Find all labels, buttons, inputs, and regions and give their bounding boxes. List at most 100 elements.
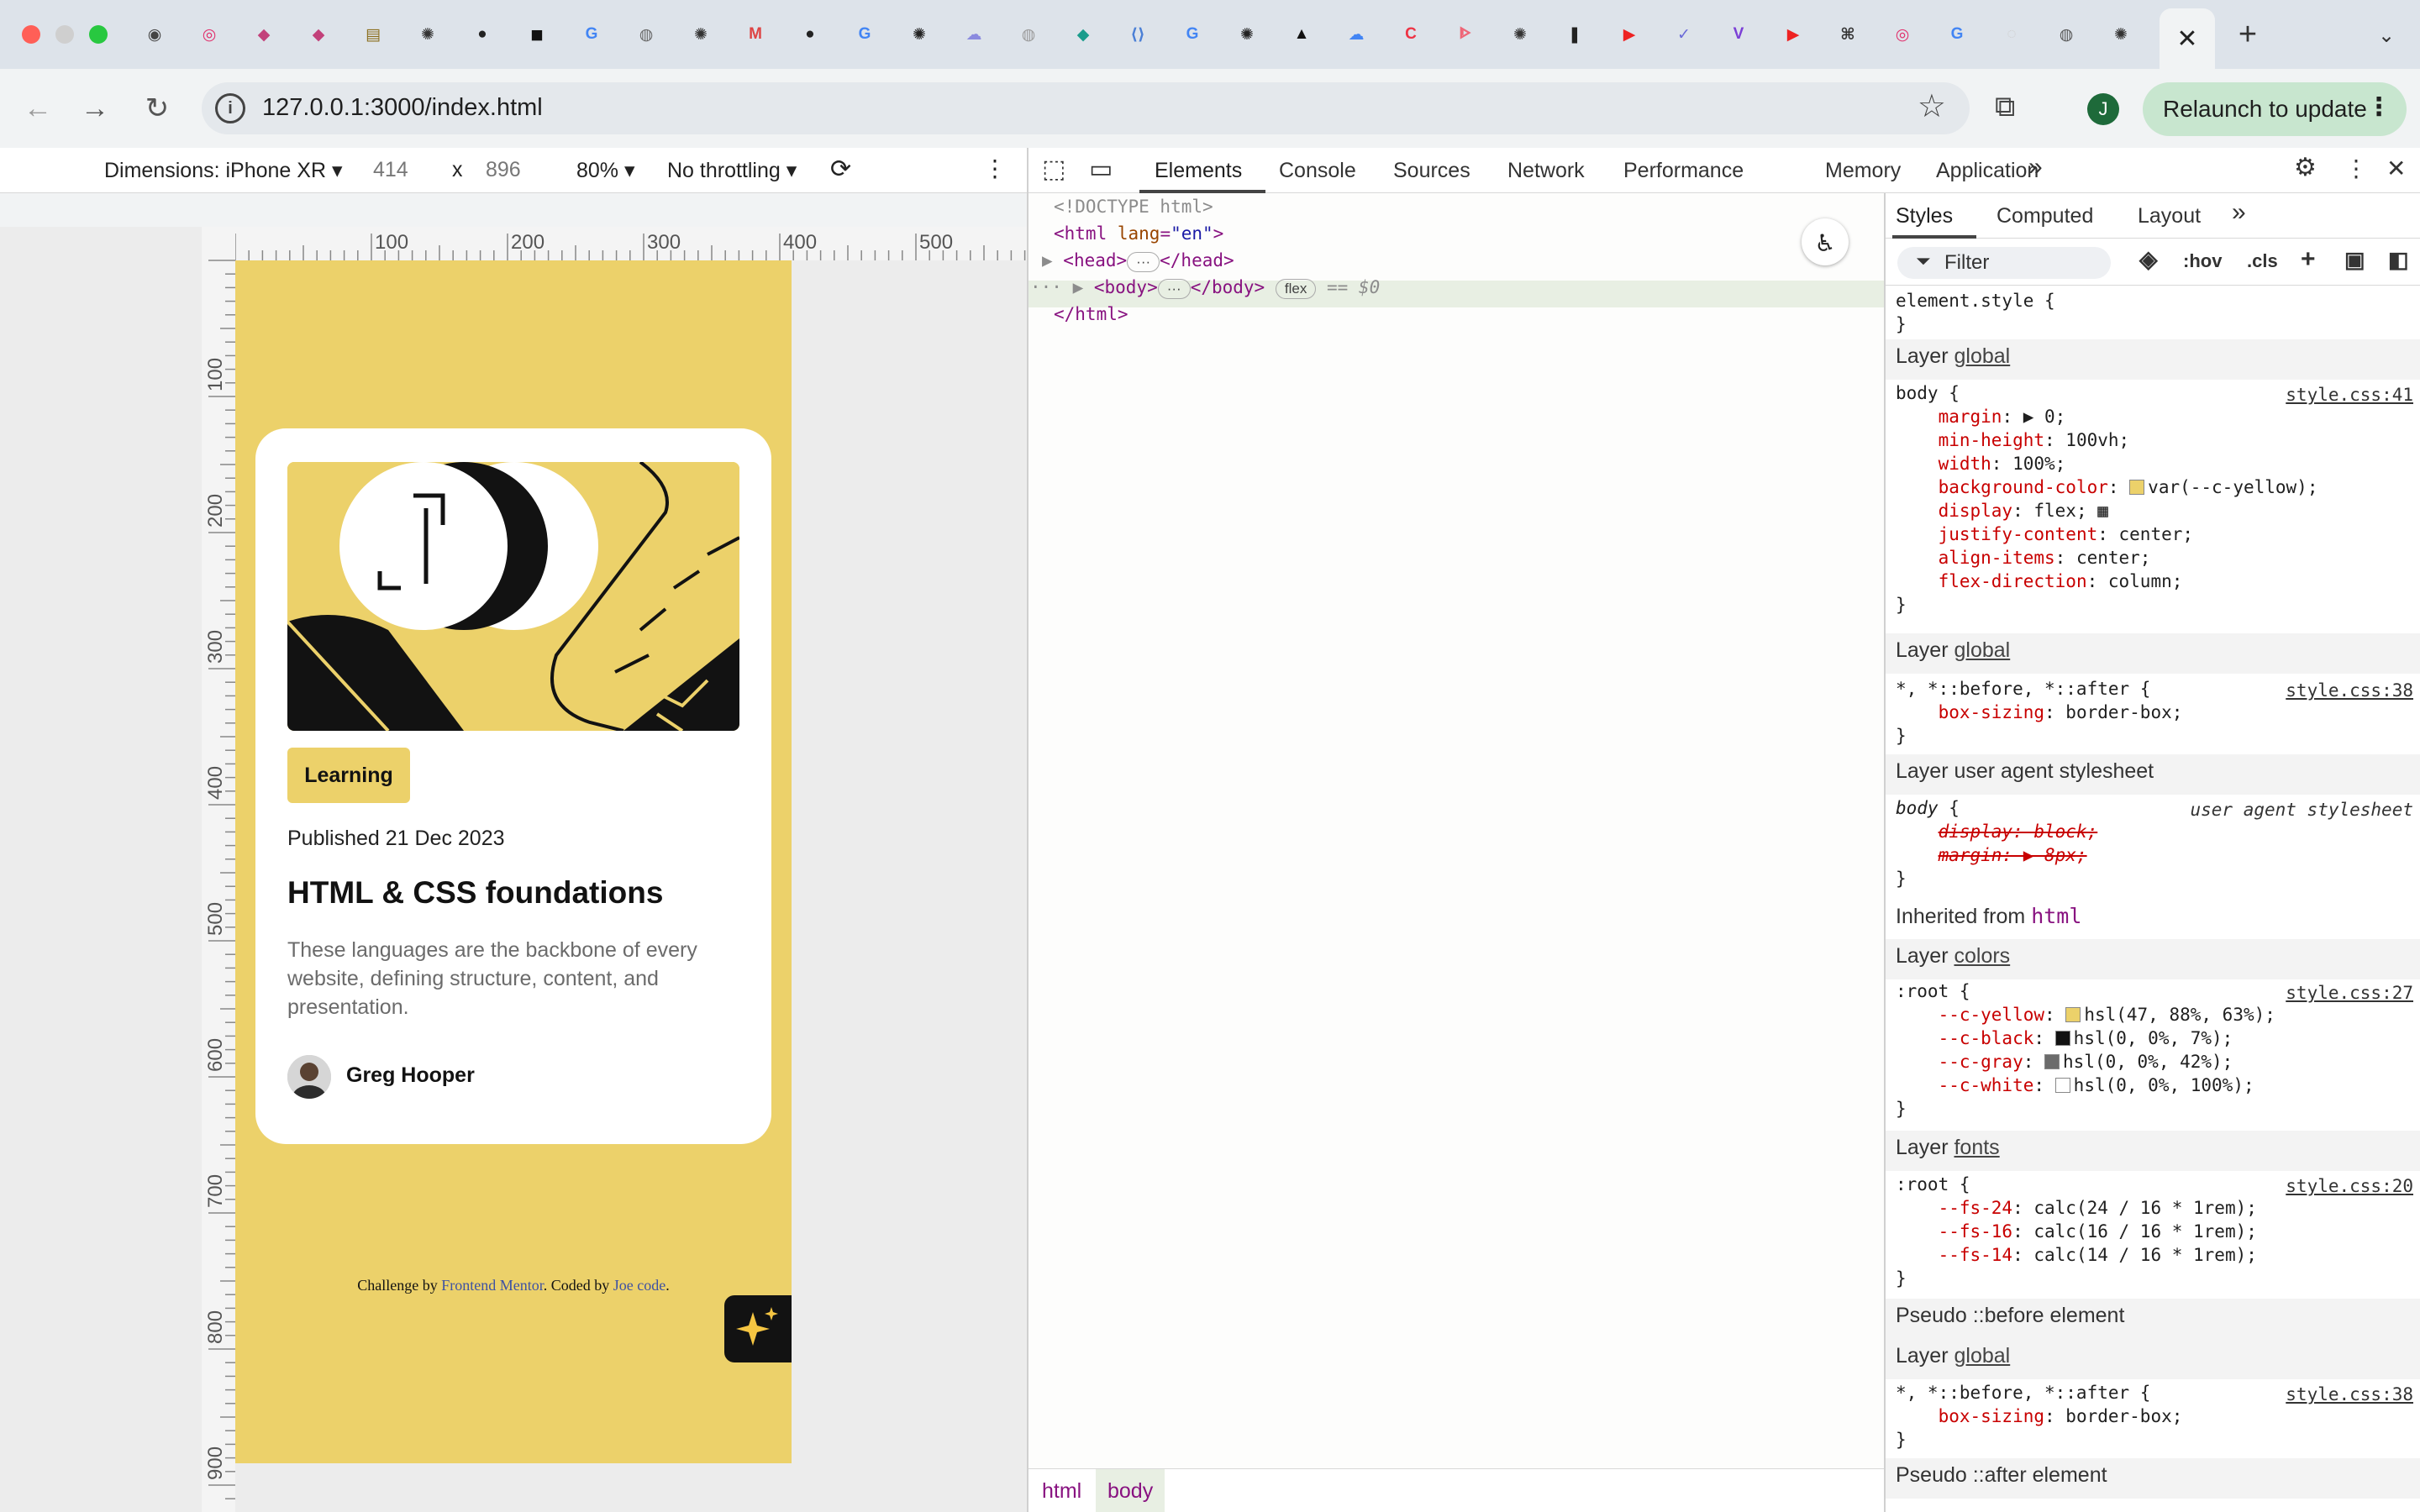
- rule-body-ua[interactable]: body { display: block; margin: ▶ 8px; }: [1896, 796, 2097, 890]
- layer-fonts-link[interactable]: fonts: [1954, 1136, 1999, 1159]
- layer-global-link[interactable]: global: [1954, 344, 2010, 368]
- tab-favicon-icon[interactable]: ✺: [1507, 21, 1534, 48]
- cls-toggle[interactable]: .cls: [2247, 250, 2278, 272]
- rule-universal-before[interactable]: *, *::before, *::after { box-sizing: bor…: [1896, 1381, 2182, 1452]
- source-link[interactable]: style.css:38: [2286, 1384, 2413, 1404]
- tab-favicon-icon[interactable]: ●: [469, 21, 496, 48]
- frontend-mentor-link[interactable]: Frontend Mentor: [441, 1277, 544, 1294]
- new-tab-button[interactable]: +: [2230, 17, 2265, 52]
- more-tabs-icon[interactable]: »: [2028, 153, 2043, 181]
- rule-root-colors[interactable]: :root { --c-yellow: hsl(47, 88%, 63%); -…: [1896, 979, 2275, 1121]
- tab-favicon-icon[interactable]: G: [851, 21, 878, 48]
- rotate-icon[interactable]: ⟳: [830, 155, 851, 184]
- tab-favicon-icon[interactable]: ◎: [196, 21, 223, 48]
- more-vert-icon[interactable]: ⋮: [2344, 155, 2368, 182]
- paint-icon[interactable]: ▣: [2344, 247, 2365, 273]
- breadcrumb-html[interactable]: html: [1042, 1479, 1081, 1504]
- tab-favicon-icon[interactable]: ✺: [906, 21, 933, 48]
- tab-favicon-icon[interactable]: ◎: [1889, 21, 1916, 48]
- width-input[interactable]: 414: [373, 158, 408, 182]
- tab-favicon-icon[interactable]: ▤: [360, 21, 387, 48]
- address-bar[interactable]: i 127.0.0.1:3000/index.html ☆: [202, 82, 1970, 134]
- tab-sources[interactable]: Sources: [1393, 159, 1470, 183]
- dom-head[interactable]: ▶ <head> ··· </head>: [1042, 247, 1234, 274]
- tab-network[interactable]: Network: [1507, 159, 1585, 183]
- new-rule-plus-icon[interactable]: +: [2301, 245, 2316, 274]
- reload-icon[interactable]: ↻: [136, 87, 178, 129]
- layer-global-link[interactable]: global: [1954, 1344, 2010, 1368]
- accessibility-tree-icon[interactable]: ♿: [1802, 218, 1849, 265]
- more-tabs-icon[interactable]: »: [2232, 198, 2246, 227]
- tab-favicon-icon[interactable]: ◍: [1015, 21, 1042, 48]
- settings-gear-icon[interactable]: ⚙: [2294, 153, 2317, 182]
- dom-body[interactable]: ··· ▶ <body> ··· </body> flex == $0: [1030, 274, 1380, 301]
- tab-elements[interactable]: Elements: [1155, 159, 1242, 183]
- tab-favicon-icon[interactable]: G: [1944, 21, 1970, 48]
- tab-favicon-icon[interactable]: ☁: [960, 21, 987, 48]
- rule-element-style[interactable]: element.style { }: [1896, 289, 2055, 336]
- filter-input[interactable]: ⏷ Filter: [1897, 247, 2111, 279]
- more-vert-icon[interactable]: ⋮: [983, 155, 1007, 182]
- tab-favicon-icon[interactable]: ᐈ: [1452, 21, 1479, 48]
- flex-badge[interactable]: flex: [1275, 279, 1317, 299]
- height-input[interactable]: 896: [486, 158, 521, 182]
- relaunch-to-update-button[interactable]: Relaunch to update ⋮: [2143, 82, 2407, 136]
- expand-triangle-icon[interactable]: ▶: [1042, 250, 1063, 270]
- site-info-icon[interactable]: i: [215, 93, 245, 123]
- dom-html-close[interactable]: </html>: [1054, 301, 1128, 328]
- back-arrow-icon[interactable]: ←: [17, 87, 59, 129]
- source-link[interactable]: style.css:20: [2286, 1176, 2413, 1196]
- tab-favicon-icon[interactable]: ◆: [250, 21, 277, 48]
- device-select[interactable]: Dimensions: iPhone XR ▾: [104, 158, 343, 183]
- tab-favicon-icon[interactable]: ▶: [1616, 21, 1643, 48]
- rule-universal[interactable]: *, *::before, *::after { box-sizing: bor…: [1896, 677, 2182, 748]
- minimize-window-button[interactable]: [55, 25, 74, 44]
- active-tab[interactable]: ✕: [2160, 8, 2215, 69]
- joe-code-link[interactable]: Joe code: [613, 1277, 666, 1294]
- tab-favicon-icon[interactable]: C: [1397, 21, 1424, 48]
- tab-styles[interactable]: Styles: [1896, 204, 1953, 228]
- extensions-puzzle-icon[interactable]: ⧉: [1995, 91, 2015, 123]
- layer-colors-link[interactable]: colors: [1954, 944, 2010, 968]
- tab-favicon-icon[interactable]: ▶: [1780, 21, 1807, 48]
- layers-icon[interactable]: ◈: [2139, 245, 2158, 273]
- zoom-select[interactable]: 80% ▾: [576, 158, 635, 183]
- tab-favicon-icon[interactable]: V: [1725, 21, 1752, 48]
- more-vert-icon[interactable]: ⋮: [2366, 92, 2391, 122]
- tab-computed[interactable]: Computed: [1996, 204, 2093, 228]
- rule-root-fonts[interactable]: :root { --fs-24: calc(24 / 16 * 1rem); -…: [1896, 1173, 2257, 1290]
- tab-favicon-icon[interactable]: ✺: [687, 21, 714, 48]
- tab-favicon-icon[interactable]: ◼: [523, 21, 550, 48]
- maximize-window-button[interactable]: [89, 25, 108, 44]
- rule-body[interactable]: body { margin: ▶ 0; min-height: 100vh; w…: [1896, 381, 2317, 617]
- tab-favicon-icon[interactable]: ⟨⟩: [1124, 21, 1151, 48]
- inspect-element-icon[interactable]: ⬚: [1042, 155, 1065, 184]
- tab-favicon-icon[interactable]: G: [1179, 21, 1206, 48]
- tab-favicon-icon[interactable]: ●: [797, 21, 823, 48]
- sparkle-widget-button[interactable]: [724, 1295, 792, 1362]
- layer-global-link[interactable]: global: [1954, 638, 2010, 662]
- tab-layout[interactable]: Layout: [2138, 204, 2201, 228]
- source-link[interactable]: style.css:27: [2286, 983, 2413, 1003]
- tab-favicon-icon[interactable]: ⌘: [1834, 21, 1861, 48]
- tab-favicon-icon[interactable]: ▲: [1288, 21, 1315, 48]
- card-title[interactable]: HTML & CSS foundations: [287, 875, 663, 911]
- forward-arrow-icon[interactable]: →: [74, 87, 116, 129]
- tab-favicon-icon[interactable]: ◉: [141, 21, 168, 48]
- hov-toggle[interactable]: :hov: [2183, 250, 2222, 272]
- source-link[interactable]: style.css:38: [2286, 680, 2413, 701]
- dom-html-open[interactable]: <html lang="en">: [1054, 220, 1223, 247]
- tab-favicon-icon[interactable]: ◍: [633, 21, 660, 48]
- close-icon[interactable]: ✕: [2176, 24, 2197, 54]
- device-toggle-icon[interactable]: ▭: [1089, 155, 1113, 184]
- tab-favicon-icon[interactable]: ✺: [1234, 21, 1260, 48]
- toggle-sidebar-icon[interactable]: ◧: [2388, 247, 2409, 273]
- tab-favicon-icon[interactable]: ✺: [2107, 21, 2134, 48]
- url-text[interactable]: 127.0.0.1:3000/index.html: [262, 94, 543, 122]
- dom-doctype[interactable]: <!DOCTYPE html>: [1054, 193, 1213, 220]
- tab-application[interactable]: Application: [1936, 159, 2039, 183]
- close-window-button[interactable]: [22, 25, 40, 44]
- tab-performance[interactable]: Performance: [1623, 159, 1744, 183]
- tab-favicon-icon[interactable]: M: [742, 21, 769, 48]
- bookmark-star-icon[interactable]: ☆: [1918, 87, 1946, 125]
